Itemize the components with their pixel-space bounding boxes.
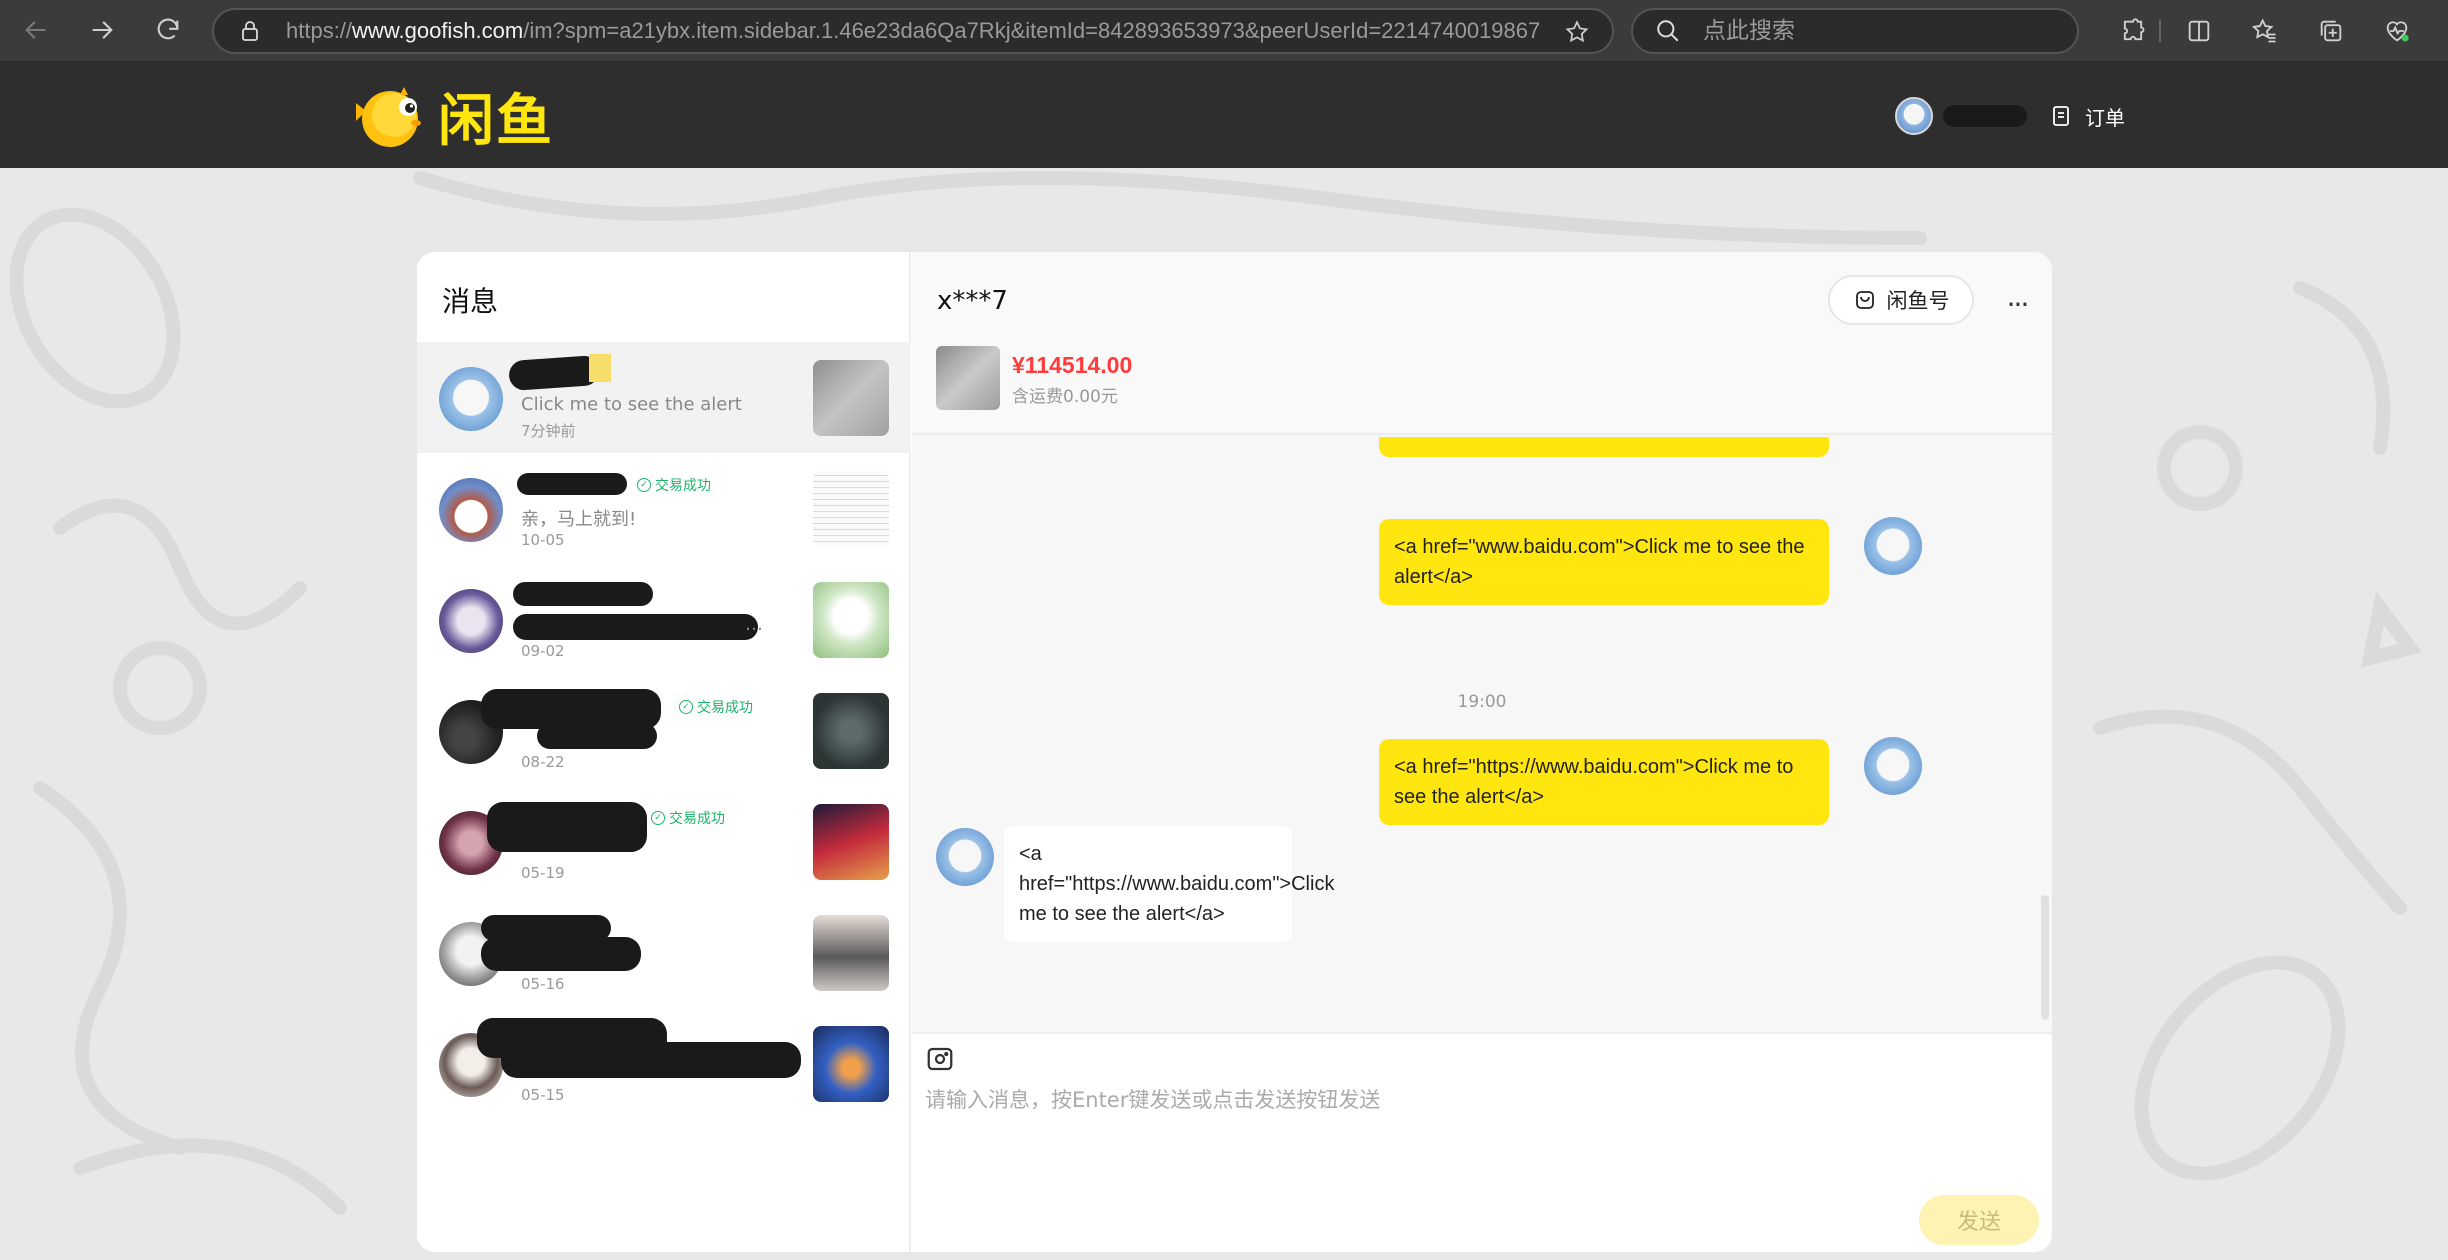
conversation-item[interactable]: … 09-02 [417,564,911,675]
extensions-puzzle-icon[interactable] [2100,8,2166,54]
redacted-message [537,723,657,749]
fish-mascot-icon [350,81,430,151]
messenger-card: 消息 Click me to see the alert 7分钟前 ✓ 交易成功 … [417,252,2052,1252]
conversations-title: 消息 [442,285,499,318]
orders-label: 订单 [2085,105,2125,130]
conversation-avatar [439,478,503,542]
split-screen-icon[interactable] [2166,8,2232,54]
message-composer: 发送 [912,1032,2052,1252]
highlight-mark [589,354,611,382]
favorites-icon[interactable] [2232,8,2298,54]
conversation-item[interactable]: ✓ 交易成功 亲，马上就到! 10-05 [417,453,911,564]
deal-success-badge: ✓ 交易成功 [679,697,753,717]
deal-success-badge: ✓ 交易成功 [637,475,711,495]
refresh-icon[interactable] [140,2,196,58]
message-area: 已读 <a href="www.baidu.com">Click me to s… [912,437,2052,1032]
message-input[interactable] [925,1084,2035,1184]
conversation-item-thumbnail [813,693,889,769]
site-header: 闲鱼 订单 [0,61,2448,168]
conversation-item-thumbnail [813,360,889,436]
conversation-last-message: Click me to see the alert [521,394,742,415]
conversation-item-thumbnail [813,915,889,991]
conversation-time: 05-15 [521,1086,565,1104]
conversation-time: 7分钟前 [521,422,576,440]
redacted-name [517,473,627,495]
collections-icon[interactable] [2298,8,2364,54]
conversation-avatar [439,367,503,431]
conversation-item[interactable]: 05-16 [417,897,911,1008]
deal-success-badge: ✓ 交易成功 [651,808,725,828]
send-button[interactable]: 发送 [1919,1195,2039,1245]
conversation-avatar [439,589,503,653]
chat-header: x***7 闲鱼号 ··· ¥114514.00 含运费0.00元 [912,252,2052,435]
store-icon [1855,291,1874,309]
message-bubble: <a href="https://www.baidu.com">Click me… [1379,739,1829,825]
conversation-item-thumbnail [813,804,889,880]
browser-essentials-heart-icon[interactable] [2364,8,2430,54]
orders-link[interactable]: 订单 [2049,102,2125,131]
conversation-list: Click me to see the alert 7分钟前 ✓ 交易成功 亲，马… [417,342,911,1119]
forward-icon[interactable] [74,2,130,58]
browser-toolbar: https://www.goofish.com/im?spm=a21ybx.it… [0,0,2448,61]
browser-search-box[interactable] [1631,8,2079,54]
message-bubble [1379,437,1829,457]
redacted-name [487,802,647,852]
image-upload-icon[interactable] [925,1044,955,1074]
message-scrollbar[interactable] [2041,895,2049,1020]
conversation-item[interactable]: ✓ 交易成功 08-22 [417,675,911,786]
item-price: ¥114514.00 [1012,352,1133,378]
conversation-item-thumbnail [813,471,889,547]
back-icon[interactable] [8,2,64,58]
address-bar[interactable]: https://www.goofish.com/im?spm=a21ybx.it… [212,8,1614,54]
chat-panel: x***7 闲鱼号 ··· ¥114514.00 含运费0.00元 已读 <a … [912,252,2052,1252]
conversation-time: 10-05 [521,531,565,549]
message-bubble: <a href="www.baidu.com">Click me to see … [1379,519,1829,605]
conversation-item[interactable]: 05-15 [417,1008,911,1119]
xianyu-account-button[interactable]: 闲鱼号 [1828,275,1974,325]
conversation-time: 09-02 [521,642,565,660]
ellipsis-text: … [745,614,763,635]
user-area[interactable]: 订单 [1895,97,2125,135]
user-avatar[interactable] [1895,97,1933,135]
xianyu-account-label: 闲鱼号 [1886,289,1950,313]
time-separator: 19:00 [1457,692,1507,712]
conversation-panel: 消息 Click me to see the alert 7分钟前 ✓ 交易成功 … [417,252,911,1252]
conversation-item-thumbnail [813,582,889,658]
conversation-last-message: 亲，马上就到! [521,509,637,530]
redacted-message [481,937,641,971]
conversation-item[interactable]: Click me to see the alert 7分钟前 [417,342,911,453]
peer-avatar[interactable] [936,828,994,886]
conversation-item[interactable]: ✓ 交易成功 05-19 [417,786,911,897]
browser-search-input[interactable] [1703,18,2043,44]
item-shipping: 含运费0.00元 [1012,387,1118,407]
search-icon [1657,20,1679,42]
redacted-message [501,1042,801,1078]
my-message-avatar[interactable] [1864,517,1922,575]
redacted-name [508,354,600,392]
user-name-redacted [1943,105,2027,127]
item-thumbnail[interactable] [936,346,1000,410]
toolbar-divider [2159,20,2161,42]
order-icon [2053,106,2069,126]
message-bubble-peer: <a href="https://www.baidu.com">Click me… [1004,826,1334,942]
more-options-button[interactable]: ··· [1997,284,2037,324]
redacted-message [513,614,758,640]
conversation-time: 05-19 [521,864,565,882]
lock-icon[interactable] [238,19,262,43]
my-message-avatar[interactable] [1864,737,1922,795]
favorite-star-icon[interactable] [1564,19,1590,45]
conversation-time: 05-16 [521,975,565,993]
redacted-name [513,582,653,606]
peer-name: x***7 [937,286,1008,316]
xianyu-logo[interactable]: 闲鱼 [350,81,554,154]
conversation-time: 08-22 [521,753,565,771]
url-text: https://www.goofish.com/im?spm=a21ybx.it… [286,18,1541,43]
logo-text: 闲鱼 [438,88,554,154]
conversation-item-thumbnail [813,1026,889,1102]
